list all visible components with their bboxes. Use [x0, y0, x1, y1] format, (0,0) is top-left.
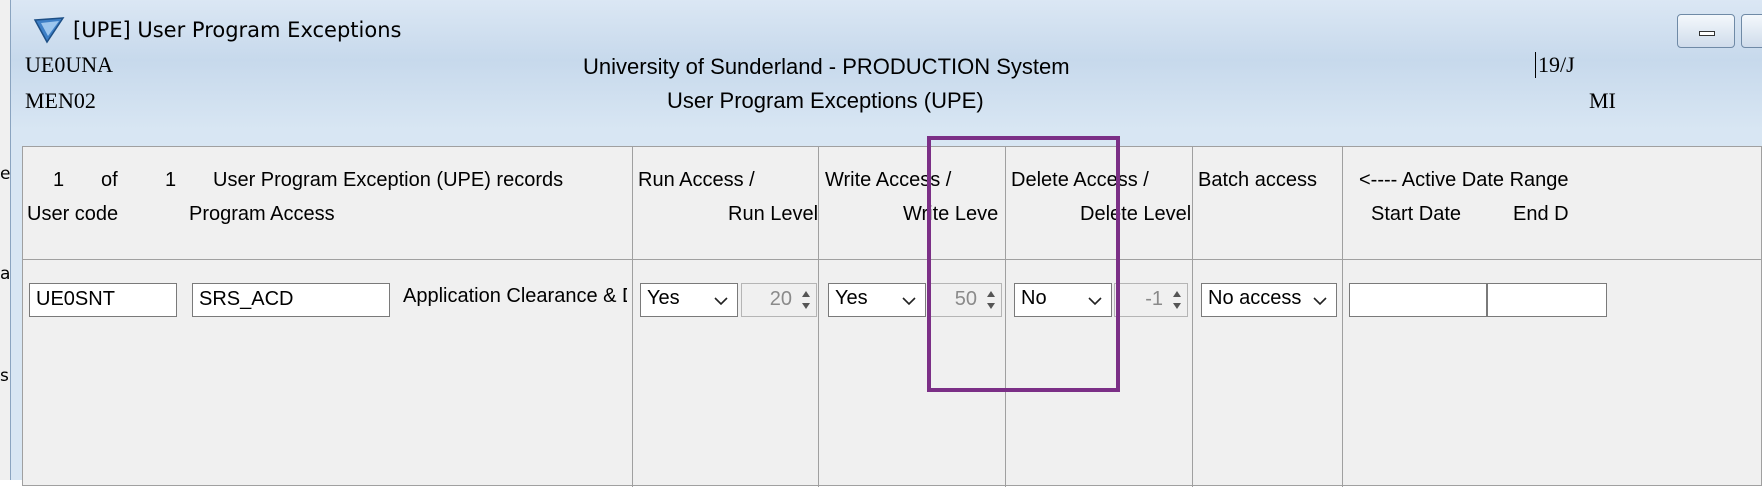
run-access-select[interactable]: Yes	[640, 283, 738, 317]
batch-access-select[interactable]: No access	[1201, 283, 1337, 317]
user-code-field[interactable]: UE0SNT	[29, 283, 177, 317]
header-divider	[23, 259, 1762, 260]
upe-records-panel: 1 of 1 User Program Exception (UPE) reco…	[22, 146, 1762, 487]
column-divider	[1342, 147, 1343, 487]
start-date-field[interactable]	[1349, 283, 1487, 317]
system-title: University of Sunderland - PRODUCTION Sy…	[583, 54, 1070, 79]
delete-level-value: -1	[1145, 288, 1163, 310]
screen-title: User Program Exceptions (UPE)	[667, 88, 984, 113]
minimize-button[interactable]	[1677, 14, 1735, 48]
record-index: 1	[53, 169, 65, 191]
column-divider	[1192, 147, 1193, 487]
write-access-select[interactable]: Yes	[828, 283, 926, 317]
chevron-down-icon	[901, 290, 917, 316]
write-access-value: Yes	[835, 287, 868, 309]
user-code-header: User code	[27, 203, 119, 225]
run-access-header: Run Access /	[638, 169, 755, 191]
arrow-logo-icon	[33, 16, 65, 48]
background-text-fragment: s	[0, 366, 9, 386]
delete-level-stepper[interactable]: -1	[1114, 283, 1188, 317]
chevron-down-icon	[713, 290, 729, 316]
program-access-header: Program Access	[189, 203, 335, 225]
start-date-header: Start Date	[1371, 203, 1462, 225]
spinner-arrows-icon[interactable]	[798, 287, 814, 313]
write-access-highlight-box	[927, 136, 1120, 392]
spinner-arrows-icon[interactable]	[1169, 287, 1185, 313]
column-divider	[632, 147, 633, 487]
maximize-button[interactable]	[1741, 14, 1762, 48]
background-text-fragment: e	[0, 164, 11, 184]
column-divider	[818, 147, 819, 487]
chevron-down-icon	[1312, 290, 1328, 316]
of-label: of	[101, 169, 118, 191]
run-level-stepper[interactable]: 20	[741, 283, 817, 317]
window-title: [UPE] User Program Exceptions	[73, 18, 402, 42]
run-level-header: Run Level	[728, 203, 819, 225]
program-code-field[interactable]: SRS_ACD	[192, 283, 390, 317]
run-level-value: 20	[769, 288, 792, 310]
title-bar[interactable]: [UPE] User Program Exceptions	[11, 0, 1762, 58]
record-total: 1	[165, 169, 177, 191]
user-id: UE0UNA	[25, 52, 113, 77]
run-access-value: Yes	[647, 287, 680, 309]
program-description: Application Clearance & D	[403, 285, 627, 307]
batch-access-value: No access	[1208, 287, 1302, 309]
records-label: User Program Exception (UPE) records	[213, 169, 564, 191]
minimize-icon	[1699, 31, 1715, 36]
date-field: 19/J	[1535, 52, 1575, 78]
active-date-range-header: <---- Active Date Range	[1359, 169, 1569, 191]
end-date-header: End D	[1513, 203, 1569, 225]
menu-id: MEN02	[25, 88, 96, 113]
header-right-text: MI	[1589, 88, 1616, 113]
batch-access-header: Batch access	[1198, 169, 1317, 191]
end-date-field[interactable]	[1487, 283, 1607, 317]
